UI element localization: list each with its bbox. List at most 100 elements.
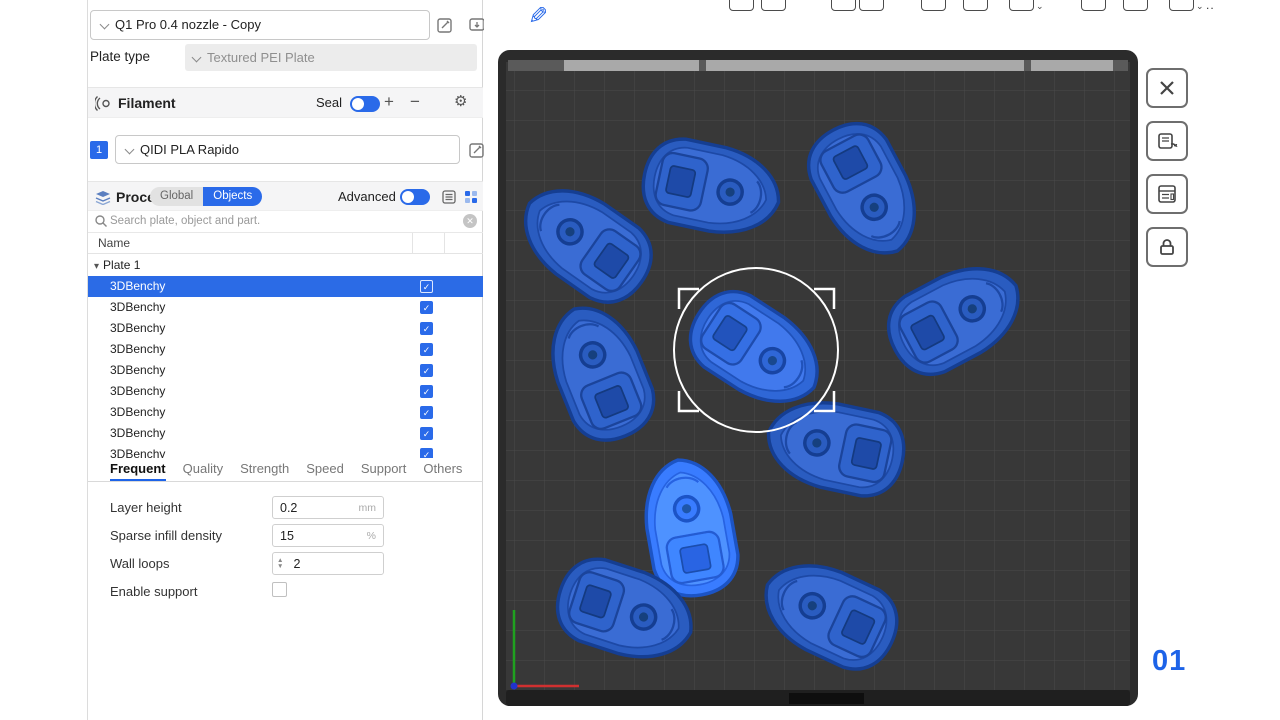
tree-row-3dbenchy[interactable]: 3DBenchy ✓ <box>88 444 483 458</box>
advanced-label: Advanced <box>338 189 396 204</box>
filament-slot-row: 1 QIDI PLA Rapido <box>90 135 482 165</box>
tab-others[interactable]: Others <box>423 458 462 481</box>
filament-settings-gear-icon[interactable]: ⚙ <box>454 92 467 112</box>
object-label: 3DBenchy <box>88 279 165 293</box>
object-visibility-checkbox[interactable]: ✓ <box>420 364 433 377</box>
chevron-down-icon <box>125 145 135 155</box>
param-value: 2 <box>286 557 383 571</box>
filament-slot-number[interactable]: 1 <box>90 141 108 159</box>
param-label: Layer height <box>110 500 182 515</box>
printer-name: Q1 Pro 0.4 nozzle - Copy <box>115 17 261 32</box>
object-label: 3DBenchy <box>88 321 165 335</box>
printer-row: Q1 Pro 0.4 nozzle - Copy <box>90 10 482 40</box>
object-label: 3DBenchy <box>88 300 165 314</box>
process-header: Process Global Objects Advanced <box>88 181 483 211</box>
wall-loops-input[interactable]: ▲▼2 <box>272 552 384 575</box>
object-label: 3DBenchy <box>88 447 165 458</box>
auto-orient-button[interactable] <box>1146 121 1188 161</box>
object-tree: ▾Plate 1 3DBenchy✓3DBenchy✓3DBenchy✓3DBe… <box>88 254 483 458</box>
layer-height-input[interactable]: 0.2mm <box>272 496 384 519</box>
scope-objects-button[interactable]: Objects <box>203 187 262 206</box>
tab-strength[interactable]: Strength <box>240 458 289 481</box>
chevron-down-icon <box>192 53 202 63</box>
left-sidebar: Q1 Pro 0.4 nozzle - Copy Plate type Text… <box>0 0 483 720</box>
enable-support-checkbox[interactable] <box>272 582 287 597</box>
param-label: Enable support <box>110 584 197 599</box>
tree-row-3dbenchy[interactable]: 3DBenchy ✓ <box>88 381 483 402</box>
tree-row-3dbenchy[interactable]: 3DBenchy ✓ <box>88 360 483 381</box>
origin-indicator <box>511 683 518 690</box>
advanced-toggle[interactable] <box>400 189 430 205</box>
object-visibility-checkbox[interactable]: ✓ <box>420 322 433 335</box>
arrange-layout-button[interactable] <box>1146 174 1188 214</box>
add-filament-button[interactable]: + <box>384 92 394 112</box>
param-value: 15 <box>273 529 367 543</box>
viewport-right-toolbar <box>1146 68 1188 267</box>
sparse-infill-density-input[interactable]: 15% <box>272 524 384 547</box>
param-row-enable-support: Enable support <box>88 578 483 606</box>
search-icon <box>94 214 108 233</box>
printer-select[interactable]: Q1 Pro 0.4 nozzle - Copy <box>90 10 430 40</box>
seal-toggle[interactable] <box>350 96 380 112</box>
plate-type-select[interactable]: Textured PEI Plate <box>185 44 477 71</box>
scope-global-button[interactable]: Global <box>150 187 203 206</box>
close-button[interactable] <box>1146 68 1188 108</box>
object-label: 3DBenchy <box>88 405 165 419</box>
filament-name: QIDI PLA Rapido <box>140 142 239 157</box>
object-label: 3DBenchy <box>88 342 165 356</box>
seal-label: Seal <box>316 95 342 110</box>
param-row-sparse-infill-density: Sparse infill density15% <box>88 522 483 550</box>
tree-row-3dbenchy[interactable]: 3DBenchy ✓ <box>88 402 483 423</box>
tree-collapse-icon[interactable]: ▾ <box>94 261 99 272</box>
remove-filament-button[interactable]: − <box>410 92 420 112</box>
param-list: Layer height 0.2mm Sparse infill density15… <box>88 494 483 606</box>
object-visibility-checkbox[interactable]: ✓ <box>420 280 433 293</box>
object-visibility-checkbox[interactable]: ✓ <box>420 343 433 356</box>
plate-item-label: Plate 1 <box>103 258 140 272</box>
settings-tabs: Frequent Quality Strength Speed Support Other… <box>88 458 483 482</box>
object-visibility-checkbox[interactable]: ✓ <box>420 385 433 398</box>
plate-number-label[interactable]: 01 <box>1152 645 1186 678</box>
tree-row-3dbenchy[interactable]: 3DBenchy ✓ <box>88 318 483 339</box>
plate-type-value: Textured PEI Plate <box>207 50 315 65</box>
object-tree-body: 3DBenchy✓3DBenchy✓3DBenchy✓3DBenchy✓3DBe… <box>88 276 483 458</box>
object-label: 3DBenchy <box>88 426 165 440</box>
filament-icon <box>95 95 112 117</box>
tree-row-3dbenchy[interactable]: 3DBenchy ✓ <box>88 339 483 360</box>
plate-type-row: Plate type Textured PEI Plate <box>90 44 482 71</box>
object-visibility-checkbox[interactable]: ✓ <box>420 427 433 440</box>
param-row-layer-height: Layer height 0.2mm <box>88 494 483 522</box>
search-row: ✕ <box>88 211 483 233</box>
search-input[interactable] <box>110 211 458 231</box>
object-visibility-checkbox[interactable]: ✓ <box>420 301 433 314</box>
edit-printer-icon[interactable] <box>436 16 454 34</box>
spinner-arrows-icon[interactable]: ▲▼ <box>273 558 286 569</box>
object-visibility-checkbox[interactable]: ✓ <box>420 406 433 419</box>
viewport[interactable]: ✎ ⌄⌄.. <box>484 0 1280 720</box>
param-value: 0.2 <box>273 501 359 515</box>
object-label: 3DBenchy <box>88 384 165 398</box>
object-visibility-checkbox[interactable]: ✓ <box>420 448 433 458</box>
filament-header: Filament Seal + − ⚙ <box>88 87 483 118</box>
chevron-down-icon <box>100 20 110 30</box>
param-label: Wall loops <box>110 556 169 571</box>
tab-speed[interactable]: Speed <box>306 458 344 481</box>
lock-button[interactable] <box>1146 227 1188 267</box>
object-label: 3DBenchy <box>88 363 165 377</box>
tab-frequent[interactable]: Frequent <box>110 458 166 481</box>
display-settings-icon[interactable] <box>463 189 479 210</box>
collapsed-rail <box>0 0 88 720</box>
filament-select[interactable]: QIDI PLA Rapido <box>115 135 460 164</box>
tree-row-3dbenchy[interactable]: 3DBenchy ✓ <box>88 276 483 297</box>
clear-search-icon[interactable]: ✕ <box>463 214 477 228</box>
param-table-icon[interactable] <box>441 189 457 210</box>
tab-quality[interactable]: Quality <box>183 458 223 481</box>
tree-plate-item[interactable]: ▾ Plate 1 <box>88 254 483 276</box>
param-unit: % <box>367 530 383 542</box>
plate-type-label: Plate type <box>90 49 150 64</box>
tree-row-3dbenchy[interactable]: 3DBenchy ✓ <box>88 423 483 444</box>
object-list-header: Name <box>88 233 483 254</box>
param-unit: mm <box>359 502 384 514</box>
tree-row-3dbenchy[interactable]: 3DBenchy ✓ <box>88 297 483 318</box>
tab-support[interactable]: Support <box>361 458 407 481</box>
